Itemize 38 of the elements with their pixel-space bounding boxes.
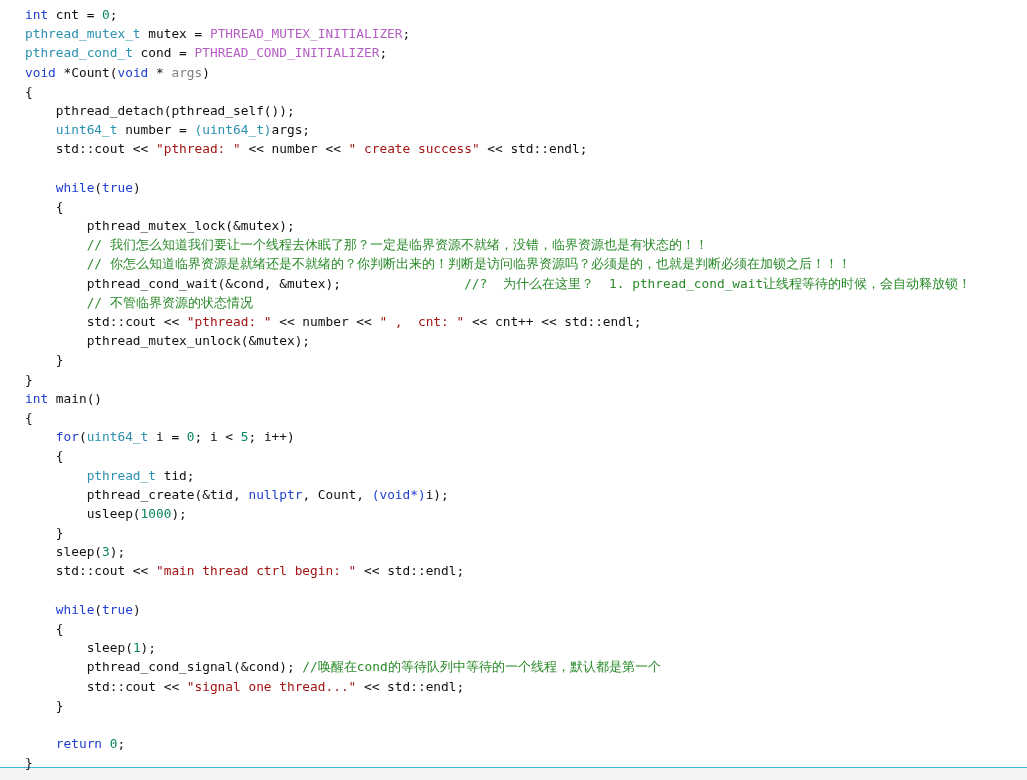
- code-line: return 0;: [54, 735, 126, 754]
- code-line: pthread_mutex_t mutex = PTHREAD_MUTEX_INITIALIZER;: [25, 25, 411, 44]
- code-line: for(uint64_t i = 0; i < 5; i++): [54, 428, 295, 447]
- code-line: {: [54, 620, 64, 638]
- code-line: while(true): [54, 178, 141, 197]
- code-line: std::cout << "signal one thread..." << std::endl;: [85, 677, 465, 696]
- code-line: pthread_cond_wait(&cond, &mutex); //? 为什么在这里？ 1. pthread_cond_wait让线程等待的时候，会自动释放锁！: [85, 274, 972, 293]
- code-line: {: [54, 447, 64, 466]
- code-editor[interactable]: [0, 0, 1027, 768]
- code-line: // 你怎么知道临界资源是就绪还是不就绪的？你判断出来的！判断是访问临界资源吗？必须是的，也就是判断必须在加锁之后！！！: [85, 255, 851, 274]
- code-line: pthread_detach(pthread_self());: [54, 101, 295, 120]
- code-line: }: [54, 696, 64, 715]
- code-line: int cnt = 0;: [25, 6, 118, 24]
- code-line: std::cout << "pthread: " << number << " create success" << std::endl;: [54, 140, 588, 159]
- code-line: {: [25, 408, 33, 427]
- code-line: void *Count(void * args): [25, 63, 210, 82]
- code-line: usleep(1000);: [85, 504, 187, 523]
- code-line: }: [25, 754, 33, 773]
- code-line: sleep(1);: [85, 639, 156, 658]
- code-line: pthread_create(&tid, nullptr, Count, (void*)i);: [85, 485, 449, 504]
- code-line: uint64_t number = (uint64_t)args;: [54, 121, 311, 140]
- code-line: std::cout << "main thread ctrl begin: " << std::endl;: [54, 562, 465, 581]
- code-line: std::cout << "pthread: " << number << " , cnt: " << cnt++ << std::endl;: [85, 313, 642, 331]
- code-line: sleep(3);: [54, 543, 126, 562]
- code-line: }: [25, 370, 33, 389]
- code-line: {: [25, 82, 33, 101]
- code-line: pthread_mutex_unlock(&mutex);: [85, 332, 311, 351]
- code-line: }: [54, 351, 64, 370]
- code-line: while(true): [54, 600, 141, 619]
- code-line: }: [54, 524, 64, 543]
- code-line: {: [54, 197, 64, 216]
- code-line: pthread_cond_signal(&cond); //唤醒在cond的等待队列中等待的一个线程，默认都是第一个: [85, 658, 661, 677]
- code-line: int main(): [25, 389, 103, 408]
- code-line: // 不管临界资源的状态情况: [85, 293, 253, 312]
- code-line: pthread_mutex_lock(&mutex);: [85, 217, 295, 236]
- code-line: // 我们怎么知道我们要让一个线程去休眠了那？一定是临界资源不就绪，没错，临界资源也是有状态的！！: [85, 236, 708, 255]
- code-line: pthread_t tid;: [85, 466, 195, 485]
- code-line: pthread_cond_t cond = PTHREAD_COND_INITIALIZER;: [25, 44, 388, 63]
